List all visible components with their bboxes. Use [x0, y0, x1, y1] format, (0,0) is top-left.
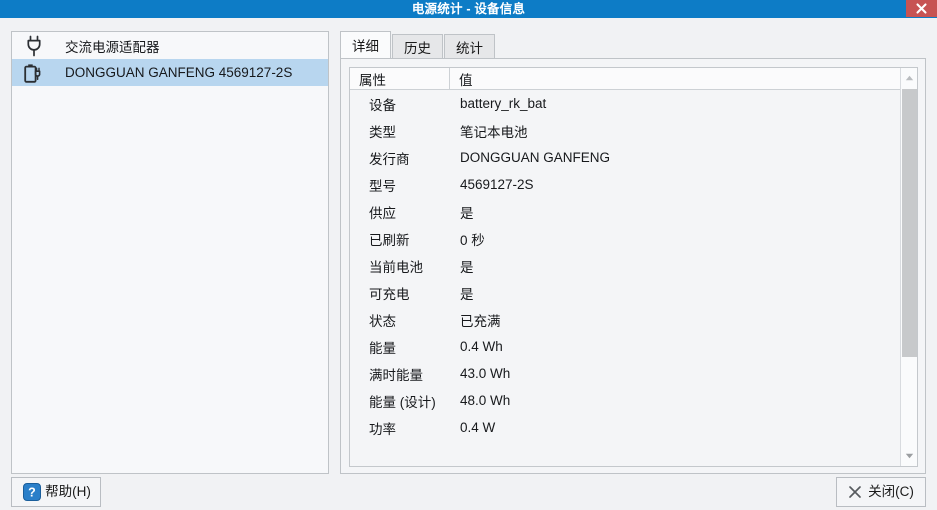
close-x-icon	[916, 3, 927, 14]
device-list[interactable]: 交流电源适配器 DONGGUAN GANFENG 4569127-2S	[11, 31, 329, 474]
cell-attribute: 型号	[369, 178, 396, 194]
scrollbar-up-button[interactable]	[901, 69, 917, 87]
cell-value: 笔记本电池	[460, 124, 528, 140]
cell-attribute: 类型	[369, 124, 396, 140]
cell-value: DONGGUAN GANFENG	[460, 150, 611, 165]
cell-value: 0.4 W	[460, 420, 496, 435]
cell-attribute: 已刷新	[369, 232, 410, 248]
cell-value: 是	[460, 286, 474, 302]
tab-statistics[interactable]: 统计	[444, 34, 495, 59]
column-header-label: 值	[459, 72, 473, 88]
cell-attribute: 可充电	[369, 286, 410, 302]
table-row[interactable]: 设备 battery_rk_bat	[350, 90, 917, 117]
tab-history[interactable]: 历史	[392, 34, 443, 59]
scrollbar-thumb[interactable]	[902, 89, 917, 357]
table-row[interactable]: 当前电池 是	[350, 252, 917, 279]
tab-label: 统计	[456, 41, 483, 56]
battery-charging-icon	[21, 60, 47, 86]
cell-value: 48.0 Wh	[460, 393, 511, 408]
window-body: 交流电源适配器 DONGGUAN GANFENG 4569127-2S 详细 历…	[0, 18, 937, 510]
table-row[interactable]: 能量 (设计) 48.0 Wh	[350, 387, 917, 414]
cell-value: 0 秒	[460, 232, 485, 248]
scroll-down-arrow-icon	[905, 453, 914, 459]
cell-value: 是	[460, 205, 474, 221]
cell-attribute: 当前电池	[369, 259, 423, 275]
table-row[interactable]: 状态 已充满	[350, 306, 917, 333]
column-header-attribute[interactable]: 属性	[350, 68, 450, 89]
device-list-item-label: DONGGUAN GANFENG 4569127-2S	[65, 65, 293, 80]
scrollbar-down-button[interactable]	[901, 447, 917, 465]
ac-adapter-plug-icon	[21, 33, 47, 59]
table-header-row: 属性 值	[350, 68, 917, 90]
details-tab-pane: 属性 值 设备 battery_rk_bat 类型 笔记本电池 发行商 DONG…	[340, 58, 926, 474]
svg-text:?: ?	[28, 485, 36, 499]
device-detail-panel: 详细 历史 统计 属性 值 设备 battery_rk_bat 类型 笔记本电池…	[340, 31, 926, 474]
column-header-value[interactable]: 值	[450, 68, 917, 89]
table-row[interactable]: 类型 笔记本电池	[350, 117, 917, 144]
cell-attribute: 供应	[369, 205, 396, 221]
column-header-label: 属性	[359, 72, 386, 88]
table-row[interactable]: 发行商 DONGGUAN GANFENG	[350, 144, 917, 171]
table-row[interactable]: 供应 是	[350, 198, 917, 225]
help-button[interactable]: ? 帮助(H)	[11, 477, 101, 507]
titlebar-close-button[interactable]	[906, 0, 937, 17]
table-row[interactable]: 已刷新 0 秒	[350, 225, 917, 252]
tab-label: 历史	[404, 41, 431, 56]
cell-value: battery_rk_bat	[460, 96, 547, 111]
table-row[interactable]: 满时能量 43.0 Wh	[350, 360, 917, 387]
table-row[interactable]: 型号 4569127-2S	[350, 171, 917, 198]
cell-value: 是	[460, 259, 474, 275]
close-button[interactable]: 关闭(C)	[836, 477, 926, 507]
tabstrip: 详细 历史 统计	[340, 31, 926, 59]
table-row[interactable]: 能量 0.4 Wh	[350, 333, 917, 360]
question-mark-icon: ?	[23, 483, 42, 501]
cell-value: 4569127-2S	[460, 177, 534, 192]
cell-attribute: 设备	[369, 97, 396, 113]
table-row[interactable]: 功率 0.4 W	[350, 414, 917, 441]
cell-attribute: 功率	[369, 421, 396, 437]
cell-value: 已充满	[460, 313, 501, 329]
power-statistics-window: 电源统计 - 设备信息 交流电源适配器 DONGGUAN GANFENG 456…	[0, 0, 937, 510]
cell-value: 0.4 Wh	[460, 339, 503, 354]
tab-label: 详细	[352, 39, 379, 54]
tab-details[interactable]: 详细	[340, 31, 391, 59]
window-title: 电源统计 - 设备信息	[411, 2, 526, 16]
cell-value: 43.0 Wh	[460, 366, 511, 381]
window-titlebar: 电源统计 - 设备信息	[0, 0, 937, 18]
device-properties-table: 属性 值 设备 battery_rk_bat 类型 笔记本电池 发行商 DONG…	[349, 67, 918, 467]
device-list-item-ac-adapter[interactable]: 交流电源适配器	[12, 32, 328, 59]
device-list-item-label: 交流电源适配器	[65, 39, 160, 55]
cell-attribute: 状态	[369, 313, 396, 329]
close-button-label: 关闭(C)	[868, 484, 914, 500]
table-vertical-scrollbar[interactable]	[900, 68, 917, 466]
cell-attribute: 发行商	[369, 151, 410, 167]
close-x-icon	[848, 485, 862, 499]
cell-attribute: 能量	[369, 340, 396, 356]
cell-attribute: 满时能量	[369, 367, 423, 383]
cell-attribute: 能量 (设计)	[369, 394, 436, 410]
table-row[interactable]: 可充电 是	[350, 279, 917, 306]
device-list-item-battery[interactable]: DONGGUAN GANFENG 4569127-2S	[12, 59, 328, 86]
table-body: 设备 battery_rk_bat 类型 笔记本电池 发行商 DONGGUAN …	[350, 90, 917, 466]
scroll-up-arrow-icon	[905, 75, 914, 81]
help-button-label: 帮助(H)	[45, 484, 91, 500]
